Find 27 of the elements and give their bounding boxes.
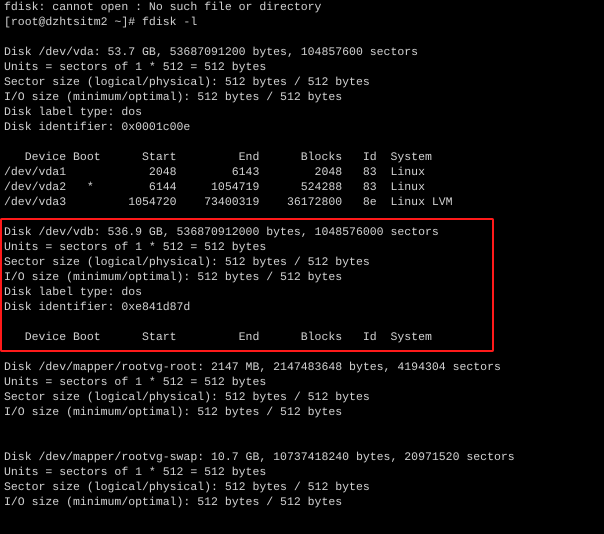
terminal-line: Units = sectors of 1 * 512 = 512 bytes: [4, 466, 266, 479]
terminal-line: /dev/vda3 1054720 73400319 36172800 8e Linux LVM: [4, 196, 453, 209]
terminal-line: Disk /dev/vdb: 536.9 GB, 536870912000 bytes, 1048576000 sectors: [4, 226, 439, 239]
terminal-line: fdisk: cannot open : No such file or directory: [4, 1, 322, 14]
terminal-line: Disk label type: dos: [4, 286, 142, 299]
terminal-line: /dev/vda1 2048 6143 2048 83 Linux: [4, 166, 425, 179]
terminal-line: Sector size (logical/physical): 512 bytes / 512 bytes: [4, 76, 370, 89]
terminal-line: I/O size (minimum/optimal): 512 bytes / 512 bytes: [4, 91, 342, 104]
terminal-line: Disk label type: dos: [4, 106, 142, 119]
terminal-line: Disk identifier: 0x0001c00e: [4, 121, 190, 134]
terminal-line: Sector size (logical/physical): 512 bytes / 512 bytes: [4, 481, 370, 494]
terminal-line: Sector size (logical/physical): 512 bytes / 512 bytes: [4, 391, 370, 404]
terminal-line: Disk /dev/mapper/rootvg-root: 2147 MB, 2147483648 bytes, 4194304 sectors: [4, 361, 501, 374]
terminal-line: Units = sectors of 1 * 512 = 512 bytes: [4, 376, 266, 389]
terminal-line: Device Boot Start End Blocks Id System: [24, 151, 432, 164]
terminal-line: I/O size (minimum/optimal): 512 bytes / 512 bytes: [4, 271, 342, 284]
terminal-line: Units = sectors of 1 * 512 = 512 bytes: [4, 241, 266, 254]
terminal-line: Disk identifier: 0xe841d87d: [4, 301, 190, 314]
terminal-line: Disk /dev/mapper/rootvg-swap: 10.7 GB, 10737418240 bytes, 20971520 sectors: [4, 451, 515, 464]
terminal-line: Sector size (logical/physical): 512 bytes / 512 bytes: [4, 256, 370, 269]
terminal-line: I/O size (minimum/optimal): 512 bytes / 512 bytes: [4, 406, 342, 419]
terminal-line: Disk /dev/vda: 53.7 GB, 53687091200 bytes, 104857600 sectors: [4, 46, 418, 59]
terminal-line: Units = sectors of 1 * 512 = 512 bytes: [4, 61, 266, 74]
terminal-line: [root@dzhtsitm2 ~]# fdisk -l: [4, 16, 198, 29]
terminal-line: Device Boot Start End Blocks Id System: [24, 331, 432, 344]
terminal-line: I/O size (minimum/optimal): 512 bytes / 512 bytes: [4, 496, 342, 509]
terminal-line: /dev/vda2 * 6144 1054719 524288 83 Linux: [4, 181, 425, 194]
